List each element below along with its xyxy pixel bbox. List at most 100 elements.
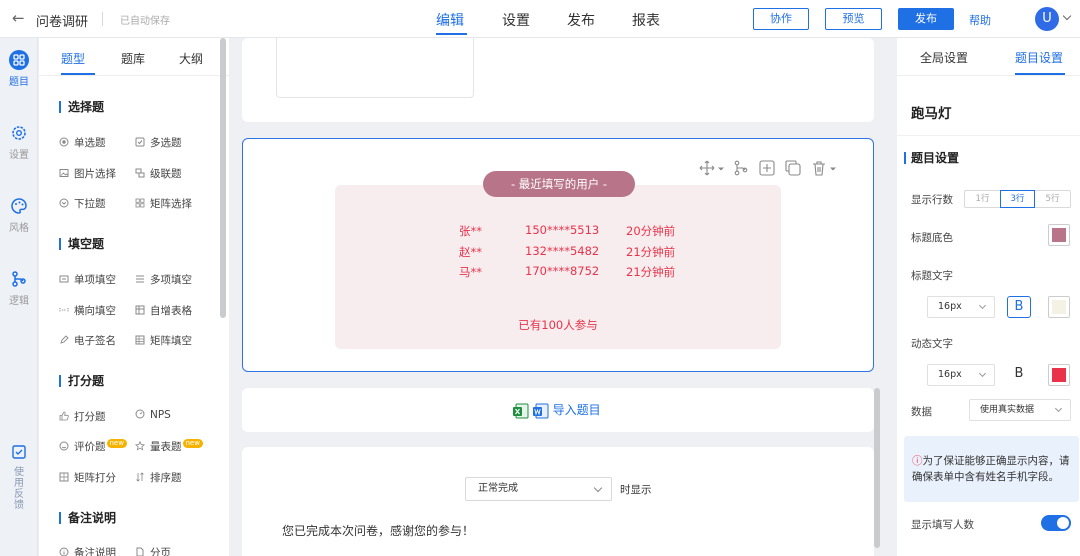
sidebar-item-questions[interactable]: 题目 [0, 50, 38, 88]
marquee-box: - 最近填写的用户 - 张** 150****5513 20分钟前 赵** 13… [335, 171, 781, 349]
question-type-multi-blank[interactable]: 多项填空 [135, 272, 192, 287]
grid-icon [9, 50, 29, 70]
tab-global-settings[interactable]: 全局设置 [920, 49, 968, 66]
sidebar-item-settings[interactable]: 设置 [0, 123, 38, 161]
dynamic-font-size-select[interactable]: 16px [927, 364, 995, 386]
question-type-single-blank[interactable]: 单项填空 [59, 272, 116, 287]
move-icon[interactable] [698, 159, 716, 177]
multi-text-icon [136, 275, 144, 283]
tab-edit[interactable]: 编辑 [436, 10, 464, 30]
import-questions-card[interactable]: 导入题目 [242, 388, 874, 432]
end-page-card[interactable]: 正常完成 时显示 您已完成本次问卷，感谢您的参与！ [242, 447, 874, 556]
marquee-row: 张** 150****5513 20分钟前 [459, 223, 676, 238]
dynamic-bold-button[interactable]: B [1007, 364, 1031, 386]
tab-question-settings[interactable]: 题目设置 [1015, 49, 1063, 66]
question-type-evaluation[interactable]: 评价题 new [59, 439, 127, 454]
rows-option-5[interactable]: 5行 [1035, 191, 1070, 207]
chevron-down-icon[interactable] [1062, 11, 1072, 21]
question-card[interactable] [242, 38, 874, 122]
add-icon[interactable] [758, 159, 776, 177]
top-bar: ← 问卷调研 已自动保存 编辑 设置 发布 报表 协作 预览 发布 帮助 U [0, 0, 1080, 38]
avatar[interactable]: U [1035, 7, 1059, 31]
excel-icon [513, 403, 529, 418]
show-count-toggle[interactable] [1041, 515, 1071, 531]
title-bg-label: 标题底色 [911, 232, 953, 244]
category-note: 备注说明 [59, 512, 116, 524]
star-icon [135, 441, 145, 451]
question-type-heading: 跑马灯 [911, 106, 952, 122]
sidebar-item-style[interactable]: 风格 [0, 196, 38, 234]
document-title[interactable]: 问卷调研 [36, 11, 88, 30]
canvas-scrollbar[interactable] [874, 388, 880, 548]
rows-option-1[interactable]: 1行 [965, 191, 1000, 207]
feedback-button[interactable]: 使用反馈 [8, 444, 30, 511]
question-type-nps[interactable]: NPS [135, 409, 171, 421]
tab-publish[interactable]: 发布 [567, 10, 595, 30]
palette-icon [11, 198, 27, 214]
trash-icon[interactable] [810, 159, 828, 177]
question-input-box[interactable] [276, 38, 474, 98]
word-icon [532, 403, 549, 418]
question-type-cascade[interactable]: 级联题 [135, 166, 182, 181]
copy-icon[interactable] [784, 159, 802, 177]
question-type-scale[interactable]: 量表题 new [135, 439, 203, 454]
tab-outline[interactable]: 大纲 [179, 50, 203, 67]
warning-icon: ⓘ [912, 455, 923, 467]
import-label: 导入题目 [552, 403, 601, 417]
sort-icon [136, 472, 144, 482]
gauge-icon [135, 409, 145, 419]
question-type-ranking[interactable]: 排序题 [135, 470, 182, 485]
tab-settings[interactable]: 设置 [502, 10, 530, 30]
chevron-down-icon[interactable] [829, 165, 837, 173]
tab-question-types[interactable]: 题型 [61, 50, 85, 67]
import-questions-button[interactable]: 导入题目 [513, 400, 601, 420]
question-type-dropdown[interactable]: 下拉题 [59, 196, 106, 211]
sidebar-item-logic[interactable]: 逻辑 [0, 269, 38, 307]
question-type-single-choice[interactable]: 单选题 [59, 135, 106, 150]
preview-button[interactable]: 预览 [825, 8, 882, 30]
title-bold-button[interactable]: B [1007, 296, 1031, 318]
chevron-down-icon[interactable] [717, 165, 725, 173]
rows-option-3[interactable]: 3行 [1000, 190, 1035, 208]
feedback-label: 使用反馈 [14, 467, 24, 511]
question-type-signature[interactable]: 电子签名 [59, 333, 116, 348]
question-type-image-choice[interactable]: 图片选择 [59, 166, 116, 181]
question-type-rating[interactable]: 打分题 [59, 409, 106, 424]
category-rating: 打分题 [59, 375, 104, 387]
pen-icon [60, 335, 69, 344]
help-link[interactable]: 帮助 [969, 12, 991, 28]
question-type-multi-choice[interactable]: 多选题 [135, 135, 182, 150]
panel-scrollbar[interactable] [220, 38, 226, 318]
publish-button[interactable]: 发布 [898, 8, 954, 30]
participant-count: 已有100人参与 [518, 318, 598, 332]
title-text-color-picker[interactable] [1048, 296, 1070, 318]
dynamic-text-color-picker[interactable] [1048, 364, 1070, 386]
question-type-auto-table[interactable]: 自增表格 [135, 303, 192, 318]
data-source-select[interactable]: 使用真实数据 [969, 399, 1071, 421]
question-type-note[interactable]: 备注说明 [59, 545, 116, 556]
tab-question-bank[interactable]: 题库 [121, 50, 145, 67]
logic-branch-icon[interactable] [732, 159, 750, 177]
table-icon [135, 305, 145, 315]
question-type-matrix-blank[interactable]: 矩阵填空 [135, 333, 192, 348]
tab-report[interactable]: 报表 [632, 10, 660, 30]
question-types-panel: 题型 题库 大纲 选择题 单选题 多选题 图片选择 级联题 下拉题 矩阵选择 填… [39, 38, 229, 556]
matrix-icon [135, 198, 145, 208]
thumbs-up-icon [59, 411, 69, 421]
rows-label: 显示行数 [911, 194, 953, 206]
end-message[interactable]: 您已完成本次问卷，感谢您的参与！ [282, 522, 474, 539]
question-type-matrix-choice[interactable]: 矩阵选择 [135, 196, 192, 211]
question-type-horizontal-blank[interactable]: 横向填空 [59, 303, 116, 318]
marquee-question-card[interactable]: - 最近填写的用户 - 张** 150****5513 20分钟前 赵** 13… [242, 138, 874, 372]
editor-canvas: - 最近填写的用户 - 张** 150****5513 20分钟前 赵** 13… [229, 38, 896, 556]
title-divider [102, 12, 103, 26]
collaborate-button[interactable]: 协作 [753, 8, 809, 30]
question-type-page-break[interactable]: 分页 [135, 545, 171, 556]
title-font-size-select[interactable]: 16px [927, 296, 995, 318]
end-condition-select[interactable]: 正常完成 [465, 477, 612, 501]
title-bg-color-picker[interactable] [1048, 224, 1070, 246]
new-badge: new [182, 439, 203, 448]
arrow-left-icon[interactable]: ← [12, 9, 25, 27]
question-type-matrix-rating[interactable]: 矩阵打分 [59, 470, 116, 485]
marquee-title: - 最近填写的用户 - [483, 171, 635, 197]
